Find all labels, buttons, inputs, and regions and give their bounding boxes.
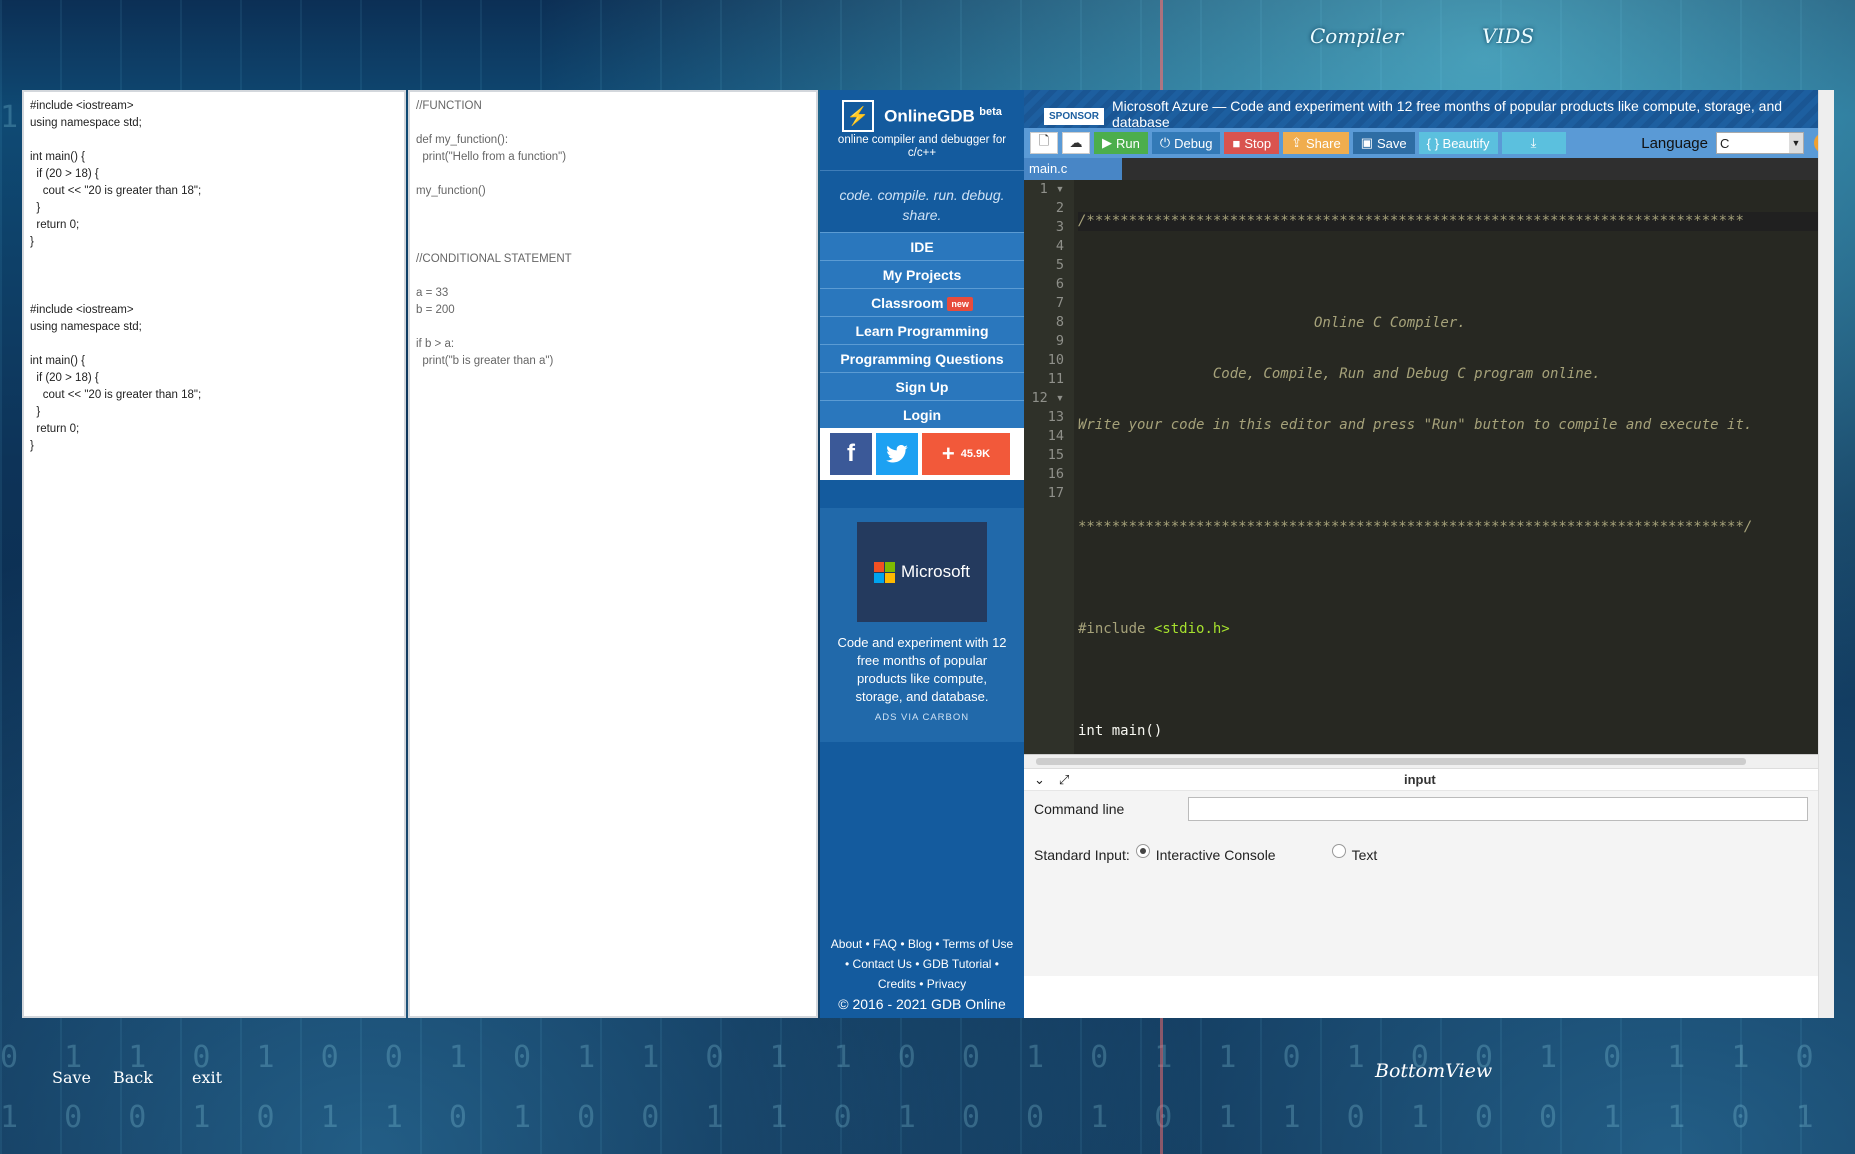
nav-classroom-label: Classroom	[871, 295, 944, 311]
vids-link[interactable]: VIDS	[1482, 24, 1534, 48]
ads-via-carbon[interactable]: ADS VIA CARBON	[820, 712, 1024, 723]
language-value: C	[1720, 135, 1730, 151]
compiler-link[interactable]: Compiler	[1310, 24, 1403, 48]
save-button[interactable]: ▣ Save	[1352, 132, 1415, 154]
nav-programming-questions[interactable]: Programming Questions	[820, 344, 1024, 372]
gdb-footer: About • FAQ • Blog • Terms of Use • Cont…	[820, 934, 1024, 1018]
beautify-button[interactable]: { } Beautify	[1418, 132, 1498, 154]
footer-links-3[interactable]: Credits • Privacy	[820, 974, 1024, 994]
debug-button[interactable]: ⏻ Debug	[1151, 132, 1221, 154]
microsoft-wordmark: Microsoft	[901, 562, 970, 581]
nav-sign-up[interactable]: Sign Up	[820, 372, 1024, 400]
code-editor[interactable]: 1 ▾ 2 3 4 5 6 7 8 9 10 11 12 ▾ 13 14 15 16 17 /*********…	[1024, 180, 1834, 754]
binary-pattern-bottom2: 1 0 0 1 0 1 1 0 1 0 0 1 1 0 1 0 0 1 0 1 …	[0, 1100, 1855, 1135]
gdb-tagline: code. compile. run. debug. share.	[820, 170, 1024, 232]
share-label: Share	[1305, 135, 1341, 151]
microsoft-squares-icon	[874, 561, 896, 583]
footer-links-2[interactable]: • Contact Us • GDB Tutorial •	[820, 954, 1024, 974]
command-line-row: Command line	[1024, 791, 1834, 827]
run-button[interactable]: ▶ Run	[1094, 132, 1148, 154]
twitter-icon[interactable]	[876, 433, 918, 475]
download-icon[interactable]: ⤓	[1501, 132, 1566, 154]
new-badge: new	[947, 297, 973, 312]
expand-icon[interactable]: ⤢	[1059, 772, 1069, 788]
new-file-icon[interactable]: 🗋	[1030, 132, 1058, 154]
collapse-icon[interactable]: ⌄	[1034, 772, 1045, 788]
sponsor-text[interactable]: Microsoft Azure — Code and experiment wi…	[1112, 98, 1834, 128]
language-select[interactable]: C ▼	[1716, 132, 1804, 154]
exit-link[interactable]: exit	[192, 1068, 222, 1087]
share-button[interactable]: ⇪ Share	[1283, 132, 1349, 154]
sponsor-bar[interactable]: SPONSOR Microsoft Azure — Code and exper…	[1024, 90, 1834, 128]
standard-input-label: Standard Input:	[1034, 847, 1130, 863]
input-panel: ⌄ ⤢ input Command line Standard Input: I…	[1024, 768, 1834, 976]
play-icon: ▶	[1102, 135, 1112, 150]
beta-label: beta	[979, 105, 1002, 118]
ide-toolbar: 🗋 ☁ ▶ Run ⏻ Debug ■ Stop ⇪ Share ▣ Save { } B…	[1024, 128, 1834, 158]
nav-ide[interactable]: IDE	[820, 232, 1024, 260]
gdb-title[interactable]: OnlineGDB	[884, 106, 975, 125]
gdb-ide: SPONSOR Microsoft Azure — Code and exper…	[1024, 90, 1834, 1018]
nav-my-projects[interactable]: My Projects	[820, 260, 1024, 288]
python-notes-panel[interactable]: //FUNCTION def my_function(): print("Hel…	[408, 90, 818, 1018]
command-line-input[interactable]	[1188, 797, 1809, 821]
background-accent-line	[1160, 1018, 1163, 1154]
plus-icon: +	[941, 441, 955, 466]
radio-interactive-console[interactable]	[1135, 844, 1150, 858]
radio-text[interactable]	[1331, 844, 1346, 858]
share-count-button[interactable]: +45.9K	[922, 433, 1010, 475]
cpp-notes-panel[interactable]: #include <iostream> using namespace std;…	[22, 90, 406, 1018]
ad-text[interactable]: Code and experiment with 12 free months …	[820, 622, 1024, 712]
microsoft-logo[interactable]: Microsoft	[857, 522, 987, 622]
facebook-icon[interactable]: f	[830, 433, 872, 475]
floppy-icon: ▣	[1360, 135, 1373, 150]
binary-pattern-bottom: 0 1 1 0 1 0 0 1 0 1 1 0 1 1 0 0 1 0 1 1 …	[0, 1040, 1855, 1075]
gdb-subtitle: online compiler and debugger for c/c++	[837, 134, 1007, 159]
copyright: © 2016 - 2021 GDB Online	[838, 996, 1006, 1012]
carbon-ad[interactable]: Microsoft Code and experiment with 12 fr…	[820, 508, 1048, 742]
save-link[interactable]: Save	[52, 1068, 91, 1087]
beautify-label: { } Beautify	[1426, 135, 1490, 151]
run-label: Run	[1116, 135, 1140, 151]
debug-icon: ⏻	[1159, 135, 1171, 150]
chevron-down-icon: ▼	[1789, 133, 1803, 153]
bottom-view-link[interactable]: BottomView	[1375, 1060, 1492, 1082]
code-content[interactable]: /***************************************…	[1074, 180, 1834, 754]
nav-learn-programming[interactable]: Learn Programming	[820, 316, 1024, 344]
interactive-console-label[interactable]: Interactive Console	[1156, 847, 1276, 863]
tab-main-c[interactable]: main.c	[1024, 158, 1122, 180]
gdb-nav: IDE My Projects Classroom new Learn Progr…	[820, 232, 1024, 428]
save-label: Save	[1376, 135, 1407, 151]
page-scrollbar[interactable]	[1818, 90, 1834, 1018]
nav-classroom[interactable]: Classroom new	[820, 288, 1024, 316]
stop-label: Stop	[1244, 135, 1272, 151]
share-icon: ⇪	[1291, 135, 1302, 150]
gdb-brand: ⚡ OnlineGDB beta online compiler and deb…	[820, 90, 1024, 168]
background-accent-line	[1160, 0, 1163, 90]
footer-links-1[interactable]: About • FAQ • Blog • Terms of Use	[820, 934, 1024, 954]
debug-label: Debug	[1174, 135, 1213, 151]
text-option-label[interactable]: Text	[1352, 847, 1378, 863]
lightning-icon: ⚡	[842, 100, 875, 132]
stop-button[interactable]: ■ Stop	[1224, 132, 1280, 154]
command-line-label: Command line	[1034, 801, 1125, 817]
standard-input-row: Standard Input: Interactive Console Text	[1024, 841, 1834, 869]
gdb-sidebar: ⚡ OnlineGDB beta online compiler and deb…	[820, 90, 1048, 1018]
editor-scrollbar[interactable]	[1024, 754, 1834, 768]
stop-icon: ■	[1232, 135, 1241, 151]
upload-icon[interactable]: ☁	[1062, 132, 1090, 154]
language-label: Language	[1641, 134, 1708, 152]
sponsor-tag: SPONSOR	[1044, 108, 1105, 125]
back-link[interactable]: Back	[113, 1068, 153, 1087]
nav-login[interactable]: Login	[820, 400, 1024, 428]
input-tab[interactable]: input	[1404, 772, 1436, 787]
social-row: f +45.9K	[820, 428, 1024, 480]
scroll-thumb[interactable]	[1036, 758, 1746, 765]
line-numbers: 1 ▾ 2 3 4 5 6 7 8 9 10 11 12 ▾ 13 14 15 16 17	[1024, 180, 1074, 754]
share-count: 45.9K	[960, 448, 991, 460]
io-header: ⌄ ⤢ input	[1024, 769, 1834, 791]
file-tabs: main.c	[1024, 158, 1834, 180]
